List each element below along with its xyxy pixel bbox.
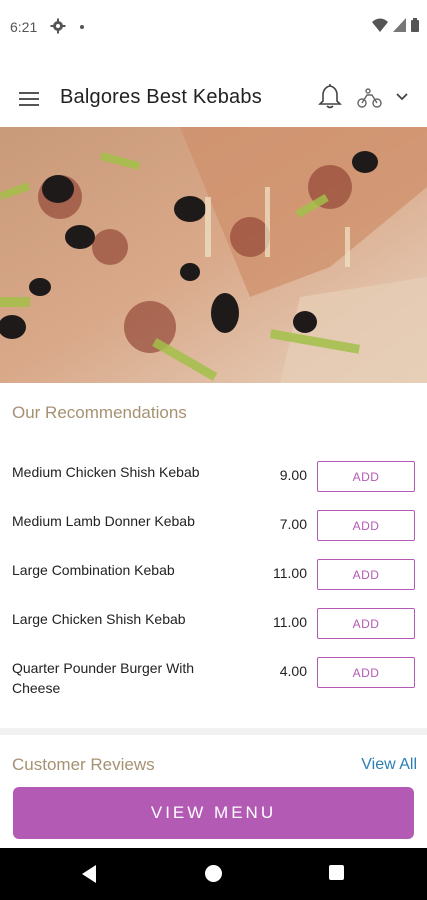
list-item: Quarter Pounder Burger With Cheese 4.00 … (0, 646, 427, 696)
section-divider (0, 728, 427, 735)
hamburger-menu-icon[interactable] (18, 88, 40, 110)
item-name: Medium Lamb Donner Kebab (12, 513, 195, 529)
add-button[interactable]: ADD (317, 657, 415, 688)
chevron-down-icon[interactable] (395, 90, 409, 104)
item-price: 9.00 (279, 467, 307, 483)
status-icons (372, 18, 419, 32)
item-price: 11.00 (273, 614, 307, 630)
signal-icon (393, 18, 406, 32)
status-time: 6:21 (10, 19, 38, 35)
recommendations-list: Medium Chicken Shish Kebab 9.00 ADD Medi… (0, 450, 427, 696)
add-button[interactable]: ADD (317, 559, 415, 590)
list-item: Medium Lamb Donner Kebab 7.00 ADD (0, 499, 427, 548)
add-button[interactable]: ADD (317, 510, 415, 541)
item-name: Medium Chicken Shish Kebab (12, 464, 200, 480)
item-name: Quarter Pounder Burger With Cheese (12, 660, 195, 696)
back-icon[interactable] (80, 864, 98, 884)
view-all-link[interactable]: View All (361, 756, 417, 774)
recommendations-heading: Our Recommendations (12, 403, 187, 422)
item-price: 11.00 (273, 565, 307, 581)
item-name: Large Chicken Shish Kebab (12, 611, 186, 627)
delivery-scooter-icon[interactable] (356, 87, 384, 109)
battery-icon (411, 18, 419, 32)
pizza-image (0, 127, 427, 383)
reviews-heading: Customer Reviews (12, 755, 155, 774)
add-button[interactable]: ADD (317, 608, 415, 639)
item-price: 7.00 (279, 516, 307, 532)
item-price: 4.00 (279, 663, 307, 679)
app-bar: Balgores Best Kebabs (0, 72, 427, 126)
view-menu-button[interactable]: VIEW MENU (13, 787, 414, 839)
app-title: Balgores Best Kebabs (60, 86, 262, 108)
notification-bell-icon[interactable] (318, 82, 342, 110)
hero-image (0, 127, 427, 383)
settings-gear-icon (50, 18, 66, 34)
add-button[interactable]: ADD (317, 461, 415, 492)
list-item: Medium Chicken Shish Kebab 9.00 ADD (0, 450, 427, 499)
wifi-icon (372, 18, 388, 32)
home-icon[interactable] (205, 865, 222, 882)
list-item: Large Chicken Shish Kebab 11.00 ADD (0, 597, 427, 646)
system-nav-bar (0, 848, 427, 900)
list-item: Large Combination Kebab 11.00 ADD (0, 548, 427, 597)
status-bar: 6:21 (0, 0, 427, 56)
notification-dot-icon (80, 25, 84, 29)
item-name: Large Combination Kebab (12, 562, 175, 578)
recent-apps-icon[interactable] (329, 865, 344, 880)
